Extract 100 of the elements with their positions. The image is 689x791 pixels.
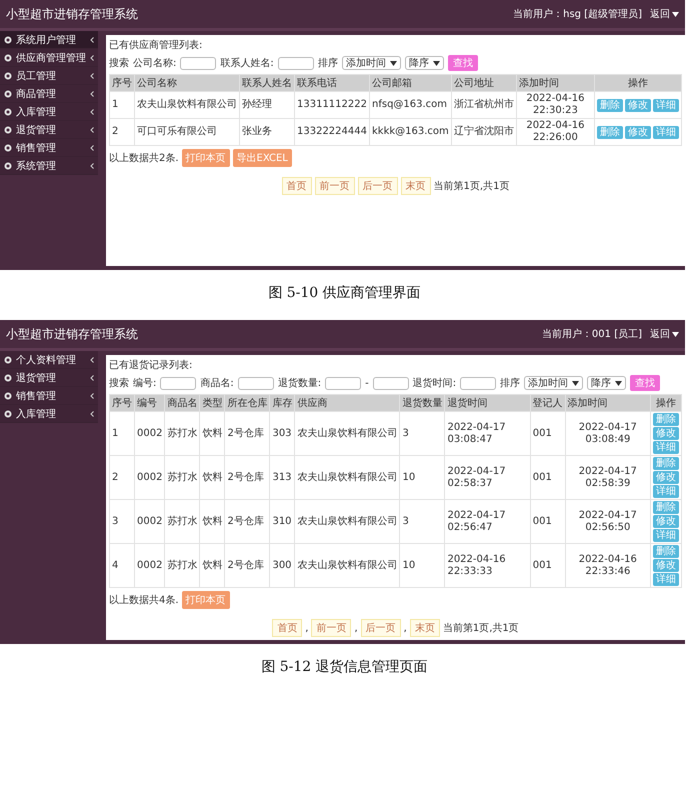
table-cell: 2022-04-16 22:33:46: [565, 544, 650, 588]
column-header: 序号: [110, 74, 134, 92]
current-user: 当前用户：001 [员工]: [542, 328, 642, 341]
chevron-icon: [90, 36, 94, 42]
pager-button[interactable]: 前一页: [311, 619, 352, 637]
row-action-button[interactable]: 详细: [652, 441, 679, 454]
sidebar-item[interactable]: 入库管理: [0, 103, 98, 121]
pager-separator: ,: [404, 622, 407, 634]
list-title: 已有供应商管理列表:: [109, 38, 204, 52]
action-button[interactable]: 打印本页: [182, 591, 230, 609]
table-cell: 2022-04-17 02:56:47: [444, 500, 530, 544]
field-label: 退货数量:: [278, 376, 322, 390]
row-action-button[interactable]: 修改: [652, 515, 679, 528]
chevron-icon: [90, 126, 94, 132]
row-action-button[interactable]: 详细: [653, 98, 679, 112]
back-menu[interactable]: 返回: [650, 7, 679, 21]
table-cell: 浙江省杭州市: [451, 92, 516, 118]
pager-separator: ,: [354, 622, 358, 634]
sidebar-item[interactable]: 系统管理: [0, 157, 98, 175]
row-action-button[interactable]: 详细: [653, 126, 679, 138]
column-header: 公司地址: [451, 74, 516, 92]
page-status: 当前第1页,共1页: [442, 622, 519, 635]
table-cell: 13322224444: [294, 118, 370, 146]
row-action-button[interactable]: 修改: [625, 126, 651, 138]
pager-button[interactable]: 末页: [410, 619, 440, 637]
chevron-icon: [90, 108, 94, 114]
search-button[interactable]: 查找: [630, 375, 660, 391]
pager-separator: ,: [305, 622, 308, 634]
pager-button[interactable]: 末页: [400, 177, 431, 195]
pager-button[interactable]: 首页: [272, 619, 302, 637]
app-title: 小型超市进销存管理系统: [6, 326, 138, 342]
row-action-button[interactable]: 修改: [652, 427, 679, 440]
table-cell: 3: [110, 500, 134, 544]
chevron-icon: [90, 392, 94, 398]
row-action-button[interactable]: 修改: [652, 559, 679, 572]
row-action-button[interactable]: 删除: [597, 98, 623, 112]
column-header: 库存: [270, 394, 295, 412]
action-button[interactable]: 导出EXCEL: [232, 149, 292, 167]
input-field[interactable]: [278, 56, 314, 70]
row-action-button[interactable]: 删除: [652, 457, 679, 470]
input-field[interactable]: [238, 376, 274, 390]
pager-button[interactable]: 后一页: [358, 177, 398, 195]
action-button[interactable]: 打印本页: [182, 149, 230, 167]
sidebar-item[interactable]: 员工管理: [0, 67, 98, 85]
disc-icon: [4, 126, 12, 134]
field-label: 退货时间:: [412, 376, 456, 390]
chevron-icon: [90, 162, 94, 168]
row-action-button[interactable]: 详细: [652, 529, 679, 542]
chevron-icon: [90, 54, 94, 60]
disc-icon: [4, 374, 12, 382]
row-action-button[interactable]: 删除: [652, 413, 679, 426]
caret-icon: [572, 380, 580, 386]
search-label: 搜索: [109, 56, 129, 70]
order-select[interactable]: 降序: [587, 376, 626, 390]
table-cell: 13311112222: [294, 92, 370, 118]
table-cell: nfsq@163.com: [370, 92, 452, 118]
table-cell: 2022-04-17 02:56:50: [565, 500, 650, 544]
pager-button[interactable]: 后一页: [360, 619, 401, 637]
input-field[interactable]: [325, 376, 362, 390]
search-label: 搜索: [109, 376, 129, 390]
input-field[interactable]: [160, 376, 196, 390]
sort-select[interactable]: 添加时间: [524, 376, 584, 390]
input-field[interactable]: [372, 376, 409, 390]
input-field[interactable]: [180, 56, 216, 70]
sidebar-item[interactable]: 销售管理: [0, 387, 98, 405]
column-header: 添加时间: [565, 394, 650, 412]
table-cell: 2022-04-17 03:08:47: [444, 412, 530, 456]
sidebar-item[interactable]: 商品管理: [0, 85, 98, 103]
sidebar-item[interactable]: 退货管理: [0, 369, 98, 387]
pager-button[interactable]: 首页: [282, 177, 312, 195]
table-cell: 孙经理: [240, 92, 294, 118]
order-select[interactable]: 降序: [404, 56, 444, 70]
caret-icon: [390, 60, 397, 66]
list-title: 已有退货记录列表:: [109, 358, 194, 372]
table-cell: 2号仓库: [224, 500, 270, 544]
column-header: 联系人姓名: [240, 74, 294, 92]
sidebar-item[interactable]: 销售管理: [0, 139, 98, 157]
column-header: 添加时间: [516, 74, 594, 92]
table-cell: 3: [400, 412, 445, 456]
chevron-icon: [90, 72, 94, 78]
row-action-button[interactable]: 删除: [652, 545, 679, 558]
row-action-button[interactable]: 删除: [597, 126, 623, 138]
sort-select[interactable]: 添加时间: [342, 56, 401, 70]
search-button[interactable]: 查找: [448, 55, 478, 71]
table-cell: 303: [270, 412, 295, 456]
input-field[interactable]: [460, 376, 496, 390]
row-action-button[interactable]: 详细: [652, 573, 679, 586]
table-cell: 001: [530, 544, 566, 588]
sidebar-item[interactable]: 退货管理: [0, 121, 98, 139]
row-action-button[interactable]: 删除: [652, 501, 679, 514]
back-menu[interactable]: 返回: [650, 327, 679, 341]
row-action-button[interactable]: 修改: [652, 471, 679, 484]
sidebar-item[interactable]: 供应商管理管理: [0, 49, 98, 67]
sidebar-item[interactable]: 系统用户管理: [0, 31, 98, 49]
sidebar-item[interactable]: 入库管理: [0, 405, 98, 423]
pager-button[interactable]: 前一页: [314, 177, 355, 195]
sidebar-item[interactable]: 个人资料管理: [0, 351, 98, 369]
table-cell: 3: [400, 500, 445, 544]
row-action-button[interactable]: 详细: [652, 485, 679, 498]
row-action-button[interactable]: 修改: [625, 98, 651, 112]
